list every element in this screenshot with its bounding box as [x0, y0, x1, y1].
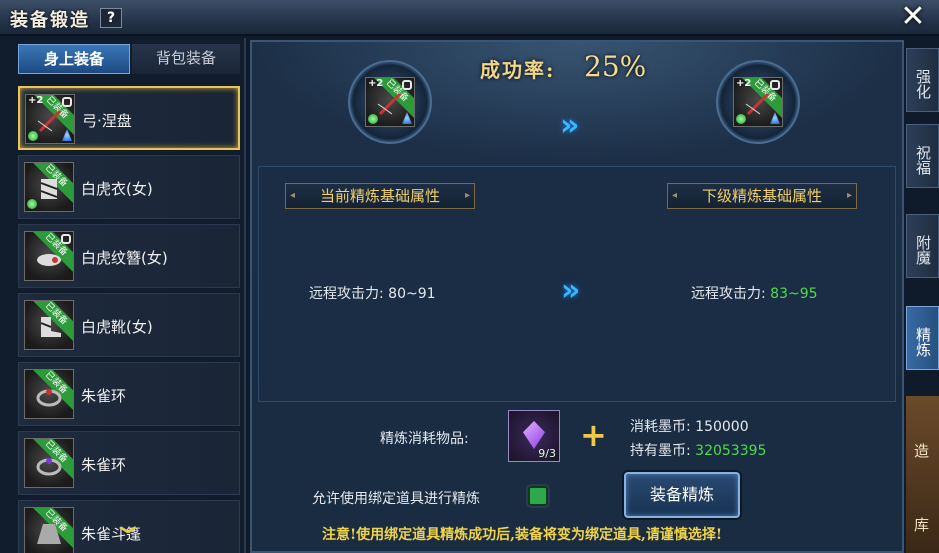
list-item[interactable]: 已装备 朱雀环: [18, 362, 240, 426]
item-name: 白虎靴(女): [81, 318, 153, 336]
boots-icon: 已装备: [24, 300, 74, 350]
next-attr-header: 下级精炼基础属性: [667, 183, 857, 209]
lock-icon: [61, 234, 71, 244]
armor-icon: 已装备: [24, 162, 74, 212]
hairpin-icon: 已装备: [24, 231, 74, 281]
tab-bless[interactable]: 祝福: [906, 124, 939, 188]
hold-coin-label: 持有墨币:: [630, 443, 696, 459]
hairpin-art-icon: [37, 254, 61, 266]
list-item[interactable]: 已装备 白虎靴(女): [18, 293, 240, 357]
next-item-slot[interactable]: 已装备 +2: [716, 60, 800, 144]
bow-art-icon: [37, 109, 62, 133]
plus-icon: +: [580, 416, 607, 454]
ring-icon: 已装备: [24, 369, 74, 419]
bow-icon: 已装备 +2: [365, 77, 415, 127]
tab-enchant[interactable]: 附魔: [906, 214, 939, 278]
success-rate-label: 成功率:: [480, 58, 556, 82]
item-list: 已装备 +2 弓·涅盘 已装备 白虎衣(女) 已装备 白虎纹簪(女) 已装备 白…: [18, 82, 240, 553]
green-gem-icon: [28, 131, 38, 141]
bow-art-icon: [745, 92, 770, 116]
plus-level: +2: [28, 95, 44, 106]
scroll-down-icon[interactable]: ⌄: [96, 512, 160, 538]
bow-icon: 已装备 +2: [733, 77, 783, 127]
equipment-list-panel: 身上装备 背包装备 已装备 +2 弓·涅盘 已装备 白虎衣(女) 已装备 白虎纹…: [0, 38, 246, 553]
refine-header: 已装备 +2 成功率: 25% » 已装备 +2: [252, 42, 902, 162]
hold-coin-value: 32053395: [695, 443, 767, 459]
tab-bag[interactable]: 背包装备: [132, 44, 240, 74]
item-name: 朱雀环: [81, 456, 127, 474]
lock-icon: [770, 80, 780, 90]
allow-bound-checkbox[interactable]: [528, 486, 548, 506]
chevron-right-icon: »: [560, 108, 580, 143]
item-name: 白虎纹簪(女): [81, 249, 168, 267]
armor-art-icon: [40, 179, 58, 199]
refine-button[interactable]: 装备精炼: [624, 472, 740, 518]
chevron-right-icon: »: [561, 273, 581, 308]
tab-equipped[interactable]: 身上装备: [18, 44, 130, 74]
plus-level: +2: [368, 78, 384, 89]
warning-notice: 注意!使用绑定道具精炼成功后,装备将变为绑定道具,请谨慎选择!: [322, 527, 723, 543]
refine-cost-area: 精炼消耗物品: 9/3 + 消耗墨币: 150000 持有墨币: 3205339…: [252, 404, 902, 551]
success-rate-value: 25%: [584, 50, 647, 83]
consume-coin-text: 消耗墨币: 150000: [630, 419, 749, 435]
tab-enhance[interactable]: 强化: [906, 48, 939, 112]
list-item[interactable]: 已装备 朱雀环: [18, 431, 240, 495]
ring-art-icon: [36, 458, 62, 476]
ring-art-icon: [36, 389, 62, 407]
close-button[interactable]: ✕: [897, 2, 929, 34]
bow-icon: 已装备 +2: [25, 94, 75, 144]
item-name: 弓·涅盘: [82, 112, 132, 130]
current-attr-header: 当前精炼基础属性: [285, 183, 475, 209]
help-button[interactable]: ?: [100, 8, 122, 28]
cost-item-slot[interactable]: 9/3: [508, 410, 560, 462]
green-gem-icon: [27, 199, 37, 209]
next-attr-line: 远程攻击力: 83~95: [691, 283, 818, 303]
cloak-art-icon: [37, 524, 61, 544]
allow-bound-label: 允许使用绑定道具进行精炼: [312, 491, 480, 507]
tab-refine[interactable]: 精炼: [906, 306, 939, 370]
list-item[interactable]: 已装备 +2 弓·涅盘: [18, 86, 240, 150]
green-gem-icon: [368, 114, 378, 124]
cost-item-count: 9/3: [538, 447, 556, 460]
list-item[interactable]: 已装备 白虎衣(女): [18, 155, 240, 219]
cost-item-label: 精炼消耗物品:: [380, 431, 469, 447]
background-text: 造: [914, 442, 930, 460]
attribute-compare: 当前精炼基础属性 下级精炼基础属性 远程攻击力: 80~91 » 远程攻击力: …: [258, 166, 896, 402]
list-item[interactable]: 已装备 白虎纹簪(女): [18, 224, 240, 288]
cloak-icon: 已装备: [24, 507, 74, 553]
green-gem-icon: [736, 114, 746, 124]
crystal-icon: [523, 421, 545, 449]
title-bar: 装备锻造 ? ✕: [0, 0, 939, 36]
background-text: 库: [914, 516, 930, 534]
next-attr-value: 83~95: [770, 286, 818, 302]
refine-panel: 已装备 +2 成功率: 25% » 已装备 +2 当前精炼基础属性 下级精炼基础…: [250, 40, 904, 553]
item-name: 朱雀环: [81, 387, 127, 405]
current-item-slot[interactable]: 已装备 +2: [348, 60, 432, 144]
boots-art-icon: [40, 317, 61, 337]
window-title: 装备锻造: [10, 10, 90, 31]
current-attr-label: 远程攻击力:: [309, 286, 389, 302]
item-name: 白虎衣(女): [81, 180, 153, 198]
lock-icon: [62, 97, 72, 107]
current-attr-value: 80~91: [388, 286, 436, 302]
current-attr-line: 远程攻击力: 80~91: [309, 283, 436, 303]
ring-icon: 已装备: [24, 438, 74, 488]
next-attr-label: 远程攻击力:: [691, 286, 771, 302]
bow-art-icon: [377, 92, 402, 116]
lock-icon: [402, 80, 412, 90]
hold-coin-line: 持有墨币: 32053395: [630, 440, 766, 460]
plus-level: +2: [736, 78, 752, 89]
